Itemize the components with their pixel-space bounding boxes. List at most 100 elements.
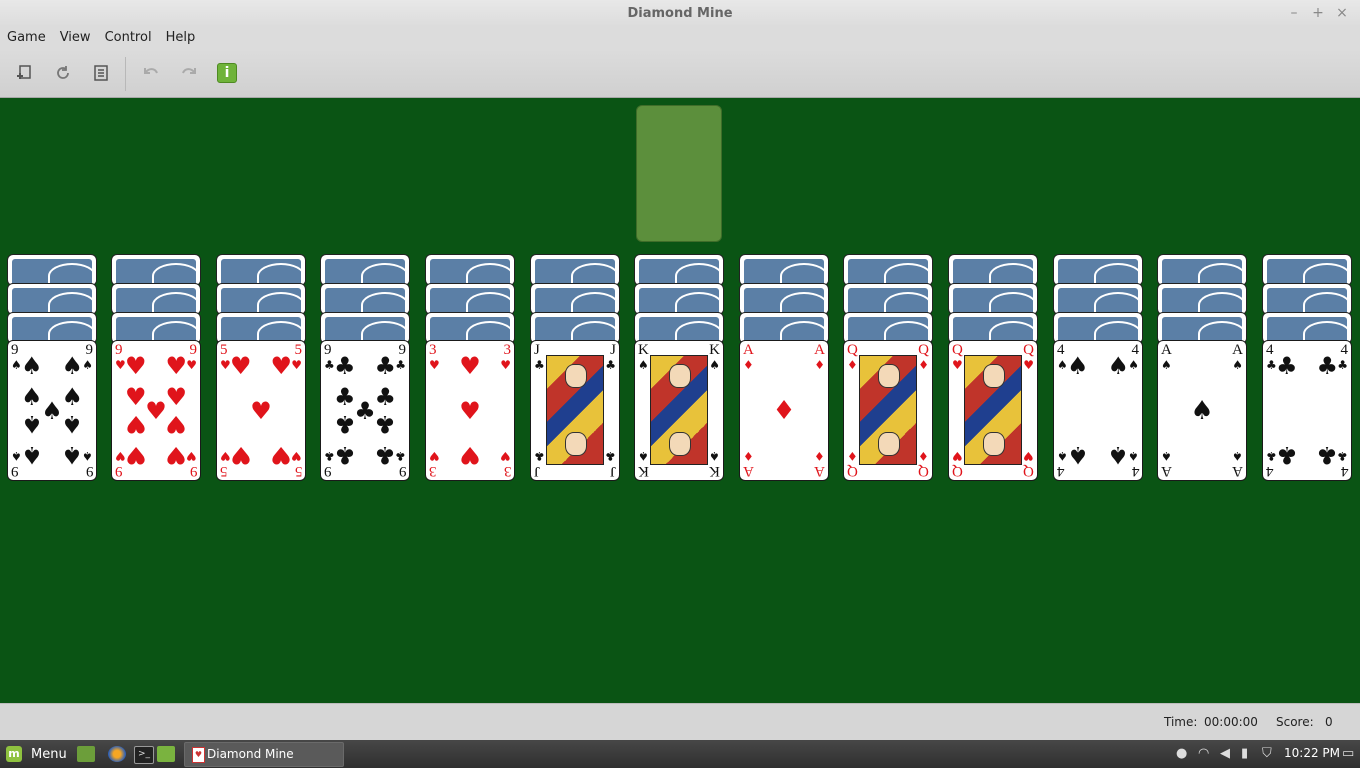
card-rank: A <box>743 463 754 479</box>
card-pip: ♥ <box>459 440 481 469</box>
select-game-icon[interactable] <box>90 62 112 84</box>
card-pip: ♥ <box>270 352 292 381</box>
start-menu-button[interactable]: Menu <box>31 747 67 762</box>
face-up-card[interactable]: A ♦ A ♦ A ♦ A ♦ ♦ <box>739 340 829 481</box>
score-value: 0 <box>1325 715 1333 729</box>
card-pip: ♠ <box>61 410 83 439</box>
maximize-button[interactable]: + <box>1310 4 1326 22</box>
card-rank: 4 <box>1057 342 1065 358</box>
face-up-card[interactable]: 9 ♥ 9 ♥ 9 ♥ 9 ♥ ♥ ♥ ♥ ♥ ♥ ♥ ♥ ♥ ♥ <box>111 340 201 481</box>
close-button[interactable]: × <box>1334 4 1350 22</box>
face-up-card[interactable]: 5 ♥ 5 ♥ 5 ♥ 5 ♥ ♥ ♥ ♥ ♥ ♥ <box>216 340 306 481</box>
card-pip: ♣ <box>1316 440 1338 469</box>
card-rank: 4 <box>1057 463 1065 479</box>
card-pip: ♥ <box>459 396 481 425</box>
card-suit-index: ♦ <box>814 358 825 372</box>
card-rank: A <box>814 342 825 358</box>
mint-logo-icon[interactable]: m <box>6 746 22 762</box>
menu-game[interactable]: Game <box>0 27 53 49</box>
card-suit-index: ♦ <box>743 358 754 372</box>
toolbar: i <box>0 49 1360 98</box>
face-down-card <box>739 254 829 286</box>
card-rank: A <box>1161 463 1172 479</box>
card-suit-index: ♥ <box>952 449 963 463</box>
user-icon[interactable]: ● <box>1176 746 1187 761</box>
taskbar-item-diamond-mine[interactable]: ♥ Diamond Mine <box>184 742 344 767</box>
card-rank: Q <box>918 342 929 358</box>
card-pip: ♠ <box>1067 440 1089 469</box>
restart-icon[interactable] <box>52 62 74 84</box>
card-rank: 4 <box>1340 463 1349 479</box>
menu-bar: Game View Control Help <box>0 27 1360 49</box>
face-up-card[interactable]: J ♣ J ♣ J ♣ J ♣ <box>530 340 620 481</box>
card-rank: 9 <box>324 463 332 479</box>
face-up-card[interactable]: 9 ♠ 9 ♠ 9 ♠ 9 ♠ ♠ ♠ ♠ ♠ ♠ ♠ ♠ ♠ ♠ <box>7 340 97 481</box>
undo-icon[interactable] <box>140 62 162 84</box>
card-rank: A <box>743 342 754 358</box>
card-rank: 9 <box>85 463 94 479</box>
card-rank: Q <box>918 463 929 479</box>
score-label: Score: <box>1276 715 1314 729</box>
info-icon[interactable]: i <box>216 62 238 84</box>
card-rank: 3 <box>503 463 512 479</box>
card-suit-index: ♥ <box>1023 449 1034 463</box>
face-down-card <box>1262 283 1352 315</box>
menu-view[interactable]: View <box>53 27 98 49</box>
menu-control[interactable]: Control <box>98 27 159 49</box>
face-down-card <box>111 254 201 286</box>
face-up-card[interactable]: 4 ♠ 4 ♠ 4 ♠ 4 ♠ ♠ ♠ ♠ ♠ <box>1053 340 1143 481</box>
face-down-card <box>948 283 1038 315</box>
card-suit-index: ♥ <box>952 358 963 372</box>
card-suit-index: ♣ <box>605 358 616 372</box>
card-pip: ♠ <box>61 352 83 381</box>
card-pip: ♥ <box>125 410 147 439</box>
card-pip: ♠ <box>21 410 43 439</box>
title-bar: Diamond Mine – + × <box>0 0 1360 27</box>
card-rank: K <box>709 342 720 358</box>
card-pip: ♣ <box>1275 352 1298 381</box>
card-rank: A <box>814 463 825 479</box>
face-up-card[interactable]: 4 ♣ 4 ♣ 4 ♣ 4 ♣ ♣ ♣ ♣ ♣ <box>1262 340 1352 481</box>
face-up-card[interactable]: 3 ♥ 3 ♥ 3 ♥ 3 ♥ ♥ ♥ ♥ <box>425 340 515 481</box>
face-down-card <box>425 254 515 286</box>
foundation-slot[interactable] <box>636 105 722 242</box>
volume-icon[interactable]: ◀ <box>1220 746 1230 761</box>
firefox-icon[interactable] <box>108 746 126 762</box>
workspace-icon[interactable]: ▭ <box>1342 746 1354 761</box>
minimize-button[interactable]: – <box>1286 4 1302 22</box>
new-game-icon[interactable] <box>13 62 35 84</box>
network-icon[interactable]: ◠ <box>1198 746 1209 761</box>
task-label: Diamond Mine <box>207 747 294 761</box>
card-rank: 3 <box>429 342 437 358</box>
card-suit-index: ♠ <box>709 449 720 463</box>
court-face <box>983 432 1005 456</box>
face-up-card[interactable]: K ♠ K ♠ K ♠ K ♠ <box>634 340 724 481</box>
files-icon[interactable] <box>157 746 175 762</box>
court-card-portrait <box>964 355 1022 465</box>
shield-icon[interactable]: ⛉ <box>1262 746 1272 761</box>
card-rank: K <box>638 463 649 479</box>
card-suit-index: ♠ <box>638 449 649 463</box>
battery-icon[interactable]: ▮ <box>1241 746 1248 761</box>
card-rank: Q <box>952 463 963 479</box>
card-rank: 3 <box>503 342 512 358</box>
face-up-card[interactable]: A ♠ A ♠ A ♠ A ♠ ♠ <box>1157 340 1247 481</box>
face-down-card <box>634 283 724 315</box>
card-pip: ♥ <box>230 440 252 469</box>
court-face <box>565 364 587 388</box>
face-down-card <box>843 254 933 286</box>
taskbar: m Menu >_ ♥ Diamond Mine ● ◠ ◀ ▮ ⛉ 10:22… <box>0 740 1360 768</box>
face-down-card <box>634 254 724 286</box>
window-title: Diamond Mine <box>627 6 733 21</box>
face-up-card[interactable]: Q ♦ Q ♦ Q ♦ Q ♦ <box>843 340 933 481</box>
face-down-card <box>1157 254 1247 286</box>
card-pip: ♠ <box>1107 440 1129 469</box>
show-desktop-icon[interactable] <box>77 746 95 762</box>
card-pip: ♣ <box>334 440 356 469</box>
face-up-card[interactable]: 9 ♣ 9 ♣ 9 ♣ 9 ♣ ♣ ♣ ♣ ♣ ♣ ♣ ♣ ♣ ♣ <box>320 340 410 481</box>
redo-icon[interactable] <box>178 62 200 84</box>
face-up-card[interactable]: Q ♥ Q ♥ Q ♥ Q ♥ <box>948 340 1038 481</box>
menu-help[interactable]: Help <box>159 27 203 49</box>
terminal-icon[interactable]: >_ <box>134 746 154 764</box>
card-rank: J <box>534 342 540 358</box>
